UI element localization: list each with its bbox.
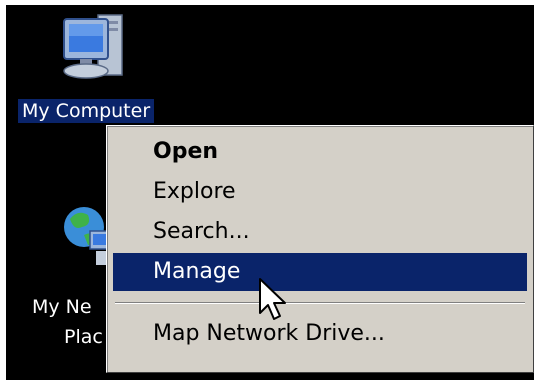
my-network-places-label-line1[interactable]: My Ne [32, 295, 92, 319]
desktop: My Computer My Ne Plac Open Explore Sear… [6, 5, 534, 380]
my-computer-icon[interactable] [58, 9, 140, 91]
my-network-places-label-line2[interactable]: Plac [64, 325, 103, 349]
menu-separator [115, 302, 525, 304]
context-menu: Open Explore Search... Manage Map Networ… [106, 125, 534, 373]
menu-item-open[interactable]: Open [113, 133, 527, 171]
my-computer-label[interactable]: My Computer [18, 99, 155, 123]
menu-item-explore[interactable]: Explore [113, 173, 527, 211]
menu-item-search[interactable]: Search... [113, 213, 527, 251]
mouse-pointer-icon [259, 278, 286, 320]
menu-item-manage[interactable]: Manage [113, 253, 527, 291]
menu-item-map-network-drive[interactable]: Map Network Drive... [113, 315, 527, 353]
